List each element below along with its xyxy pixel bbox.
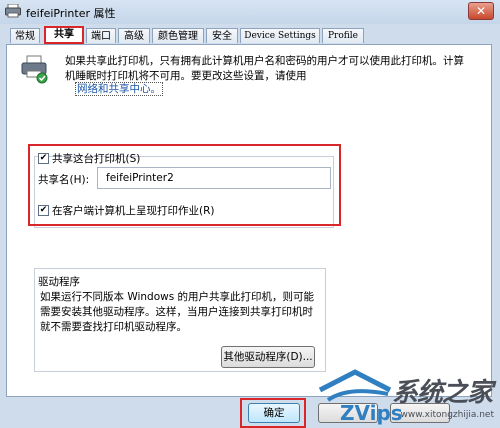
tab-general[interactable]: 常规 — [10, 28, 40, 43]
watermark-url: www.xitongzhijia.net — [400, 410, 494, 420]
tab-security[interactable]: 安全 — [206, 28, 238, 43]
network-sharing-center-link[interactable]: 网络和共享中心。 — [75, 82, 163, 96]
render-on-client-label: 在客户端计算机上呈现打印作业(R) — [52, 205, 215, 217]
title-bar: feifeiPrinter 属性 ✕ — [0, 0, 500, 24]
share-name-input[interactable]: feifeiPrinter2 — [97, 167, 331, 189]
highlight-box-ok — [240, 398, 306, 428]
tab-advanced[interactable]: 高级 — [118, 28, 150, 43]
shared-printer-icon — [21, 55, 48, 84]
close-button[interactable]: ✕ — [468, 2, 494, 20]
tab-ports[interactable]: 端口 — [86, 28, 116, 43]
tab-strip: 常规 共享 端口 高级 颜色管理 安全 Device Settings Prof… — [6, 26, 496, 44]
tab-device-settings[interactable]: Device Settings — [240, 28, 320, 43]
drivers-description: 如果运行不同版本 Windows 的用户共享此打印机，则可能需要安装其他驱动程序… — [40, 291, 315, 333]
watermark-text: 系统之家 — [391, 378, 493, 408]
window-title: feifeiPrinter 属性 — [26, 7, 116, 20]
tab-color-management[interactable]: 颜色管理 — [152, 28, 204, 43]
drivers-group-title: 驱动程序 — [38, 276, 80, 288]
share-printer-label: 共享这台打印机(S) — [52, 153, 141, 165]
share-name-label: 共享名(H): — [38, 174, 90, 186]
sharing-description: 如果共享此打印机，只有拥有此计算机用户名和密码的用户才可以使用此打印机。计算机睡… — [65, 55, 464, 82]
printer-icon — [5, 4, 21, 18]
share-printer-checkbox[interactable]: ✔ — [38, 153, 49, 164]
tab-profile[interactable]: Profile — [322, 28, 364, 43]
render-on-client-checkbox[interactable]: ✔ — [38, 205, 49, 216]
tab-sharing[interactable]: 共享 — [44, 26, 84, 44]
